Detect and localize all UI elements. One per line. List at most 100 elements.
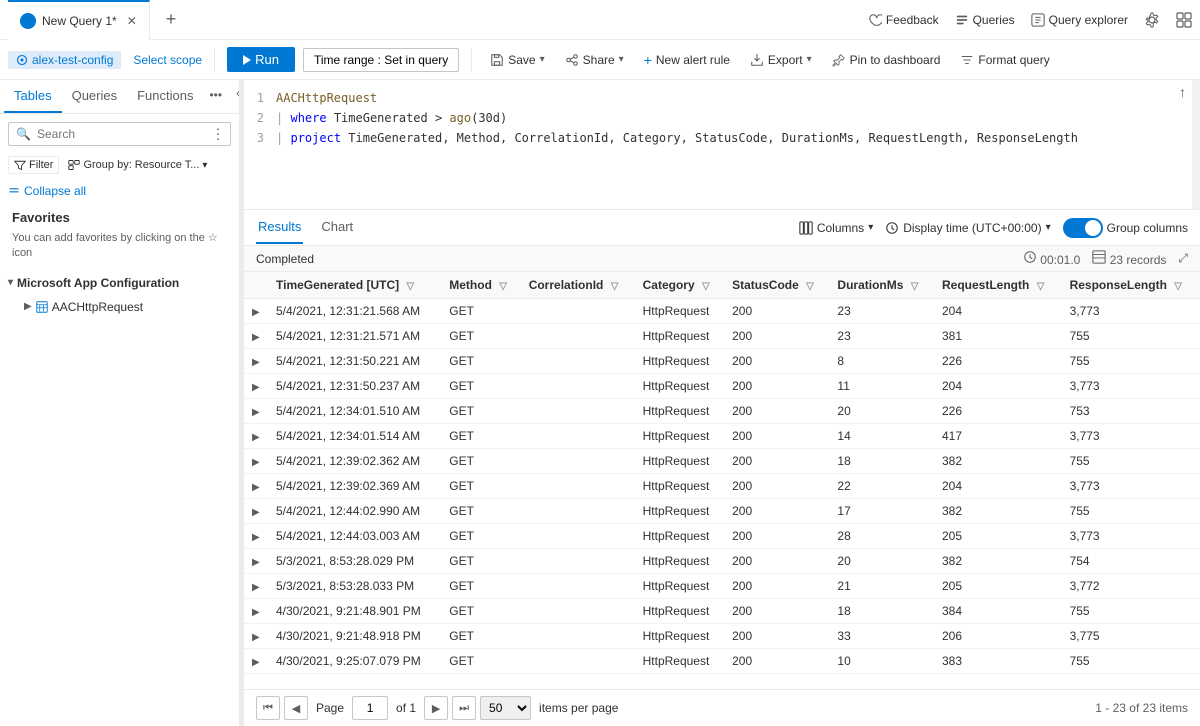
page-number-input[interactable] bbox=[352, 696, 388, 720]
row-expand-icon[interactable]: ▶ bbox=[252, 582, 260, 593]
group-by-button[interactable]: Group by: Resource T... ▾ bbox=[63, 157, 212, 173]
row-expand-icon[interactable]: ▶ bbox=[252, 432, 260, 443]
save-button[interactable]: Save ▾ bbox=[484, 49, 550, 71]
row-expand-icon[interactable]: ▶ bbox=[252, 632, 260, 643]
table-header-row: TimeGenerated [UTC] ▽ Method ▽ Correlati… bbox=[244, 272, 1200, 299]
sidebar-tabs: Tables Queries Functions ••• « bbox=[0, 80, 239, 114]
table-cell: HttpRequest bbox=[635, 324, 725, 349]
page-first-button[interactable]: ⏮ bbox=[256, 696, 280, 720]
row-expand-icon[interactable]: ▶ bbox=[252, 407, 260, 418]
tab-functions[interactable]: Functions bbox=[127, 80, 203, 113]
col-filter-requestlength[interactable]: ▽ bbox=[1037, 281, 1045, 292]
sidebar-search-icon: 🔍 bbox=[16, 127, 31, 141]
editor-pane[interactable]: 123 AACHttpRequest | where TimeGenerated… bbox=[244, 80, 1200, 210]
row-expand-icon[interactable]: ▶ bbox=[252, 532, 260, 543]
row-expand-icon[interactable]: ▶ bbox=[252, 307, 260, 318]
col-header-method[interactable]: Method ▽ bbox=[441, 272, 520, 299]
section-expand-icon: ▾ bbox=[8, 277, 13, 288]
add-tab-button[interactable]: + bbox=[154, 9, 189, 30]
table-cell: 205 bbox=[934, 574, 1062, 599]
code-line-3: | project TimeGenerated, Method, Correla… bbox=[276, 128, 1200, 148]
toggle-switch[interactable] bbox=[1063, 218, 1103, 238]
page-prev-button[interactable]: ◀ bbox=[284, 696, 308, 720]
queries-icon bbox=[955, 13, 969, 27]
table-cell bbox=[521, 649, 635, 674]
search-options-icon[interactable]: ⋮ bbox=[211, 126, 225, 143]
col-header-timegen[interactable]: TimeGenerated [UTC] ▽ bbox=[268, 272, 441, 299]
collapse-all-button[interactable]: Collapse all bbox=[0, 180, 239, 202]
columns-icon bbox=[799, 221, 813, 235]
tab-new-query[interactable]: New Query 1* ✕ bbox=[8, 0, 150, 40]
share-caret: ▾ bbox=[619, 54, 624, 65]
settings-button[interactable] bbox=[1144, 12, 1160, 28]
columns-button[interactable]: Columns ▾ bbox=[799, 221, 873, 235]
queries-button[interactable]: Queries bbox=[955, 13, 1015, 27]
tab-tables[interactable]: Tables bbox=[4, 80, 62, 113]
select-scope-button[interactable]: Select scope bbox=[133, 53, 202, 67]
tab-results[interactable]: Results bbox=[256, 211, 303, 244]
items-per-page-select[interactable]: 50 100 200 bbox=[480, 696, 531, 720]
records-display: 23 records bbox=[1092, 250, 1166, 267]
group-columns-toggle[interactable]: Group columns bbox=[1063, 218, 1188, 238]
format-query-button[interactable]: Format query bbox=[954, 49, 1055, 71]
sidebar-more-icon[interactable]: ••• bbox=[203, 80, 228, 113]
filter-button[interactable]: Filter bbox=[8, 156, 59, 174]
tab-close-icon[interactable]: ✕ bbox=[127, 14, 137, 28]
col-filter-method[interactable]: ▽ bbox=[499, 281, 507, 292]
row-expand-icon[interactable]: ▶ bbox=[252, 457, 260, 468]
heart-icon bbox=[868, 13, 882, 27]
new-alert-button[interactable]: + New alert rule bbox=[638, 48, 736, 72]
export-button[interactable]: Export ▾ bbox=[744, 49, 818, 71]
time-range-button[interactable]: Time range : Set in query bbox=[303, 48, 459, 72]
display-time-button[interactable]: Display time (UTC+00:00) ▾ bbox=[885, 221, 1050, 235]
pin-icon bbox=[832, 53, 846, 67]
sidebar-search-container: 🔍 ⋮ bbox=[8, 122, 231, 146]
row-expand-icon[interactable]: ▶ bbox=[252, 332, 260, 343]
row-expand-icon[interactable]: ▶ bbox=[252, 482, 260, 493]
row-expand-icon[interactable]: ▶ bbox=[252, 607, 260, 618]
page-last-button[interactable]: ⏭ bbox=[452, 696, 476, 720]
col-filter-category[interactable]: ▽ bbox=[702, 281, 710, 292]
table-cell: 5/3/2021, 8:53:28.033 PM bbox=[268, 574, 441, 599]
run-button[interactable]: Run bbox=[227, 47, 295, 72]
ms-app-config-section[interactable]: ▾ Microsoft App Configuration bbox=[0, 270, 239, 296]
col-header-requestlength[interactable]: RequestLength ▽ bbox=[934, 272, 1062, 299]
expand-results-icon[interactable]: ⤢ bbox=[1178, 251, 1188, 266]
row-expand-icon[interactable]: ▶ bbox=[252, 382, 260, 393]
row-expand-icon[interactable]: ▶ bbox=[252, 657, 260, 668]
col-header-category[interactable]: Category ▽ bbox=[635, 272, 725, 299]
col-header-statuscode[interactable]: StatusCode ▽ bbox=[724, 272, 829, 299]
items-per-page-label: items per page bbox=[539, 701, 618, 715]
table-cell: HttpRequest bbox=[635, 474, 725, 499]
pin-dashboard-button[interactable]: Pin to dashboard bbox=[826, 49, 947, 71]
col-filter-correlationid[interactable]: ▽ bbox=[611, 281, 619, 292]
col-filter-timegen[interactable]: ▽ bbox=[406, 281, 414, 292]
favorites-section: Favorites You can add favorites by click… bbox=[0, 202, 239, 270]
code-content[interactable]: AACHttpRequest | where TimeGenerated > a… bbox=[276, 88, 1200, 148]
table-cell: 20 bbox=[829, 549, 934, 574]
table-cell: 755 bbox=[1062, 499, 1200, 524]
share-button[interactable]: Share ▾ bbox=[559, 49, 630, 71]
col-filter-responselength[interactable]: ▽ bbox=[1174, 281, 1182, 292]
table-cell: 200 bbox=[724, 649, 829, 674]
col-filter-statuscode[interactable]: ▽ bbox=[806, 281, 814, 292]
table-row: ▶5/4/2021, 12:31:50.221 AMGETHttpRequest… bbox=[244, 349, 1200, 374]
page-next-button[interactable]: ▶ bbox=[424, 696, 448, 720]
col-filter-durationms[interactable]: ▽ bbox=[911, 281, 919, 292]
col-header-correlationid[interactable]: CorrelationId ▽ bbox=[521, 272, 635, 299]
query-explorer-button[interactable]: Query explorer bbox=[1031, 13, 1128, 27]
tab-chart[interactable]: Chart bbox=[319, 211, 355, 244]
sidebar-collapse-button[interactable]: « bbox=[228, 80, 240, 113]
search-input[interactable] bbox=[8, 122, 231, 146]
editor-scroll-top[interactable]: ↑ bbox=[1173, 80, 1192, 104]
table-item-aachttprequest[interactable]: ▶ AACHttpRequest bbox=[0, 296, 239, 318]
row-expand-icon[interactable]: ▶ bbox=[252, 507, 260, 518]
row-expand-icon[interactable]: ▶ bbox=[252, 557, 260, 568]
table-cell: 200 bbox=[724, 299, 829, 324]
row-expand-icon[interactable]: ▶ bbox=[252, 357, 260, 368]
col-header-responselength[interactable]: ResponseLength ▽ bbox=[1062, 272, 1200, 299]
feedback-button[interactable]: Feedback bbox=[868, 13, 939, 27]
tab-queries[interactable]: Queries bbox=[62, 80, 128, 113]
layout-button[interactable] bbox=[1176, 12, 1192, 28]
col-header-durationms[interactable]: DurationMs ▽ bbox=[829, 272, 934, 299]
